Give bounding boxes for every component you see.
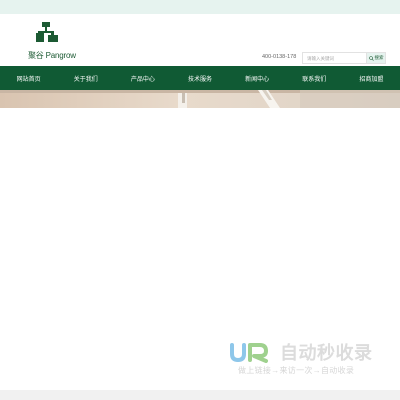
nav-item-home[interactable]: 网站首页 [0,66,57,90]
top-strip [0,0,400,14]
nav-item-products[interactable]: 产品中心 [114,66,171,90]
logo-text: 聚谷 Pangrow [28,51,76,60]
banner-image [0,90,400,108]
main-nav: 网站首页 关于我们 产品中心 技术服务 新闻中心 联系我们 招商加盟 [0,66,400,90]
site-header: 聚谷 Pangrow 400-0138-178 搜索 [0,14,400,66]
watermark-logo [230,343,268,363]
search-input[interactable] [302,52,366,64]
nav-item-about[interactable]: 关于我们 [57,66,114,90]
watermark: 自动秒收录 做上链接→来访一次→自动收录 [228,337,390,377]
nav-item-news[interactable]: 新闻中心 [229,66,286,90]
hotline-phone: 400-0138-178 [262,54,297,60]
search-icon [368,55,374,61]
watermark-title: 自动秒收录 [280,343,373,363]
nav-item-franchise[interactable]: 招商加盟 [343,66,400,90]
nav-item-tech-service[interactable]: 技术服务 [171,66,228,90]
nav-item-contact[interactable]: 联系我们 [286,66,343,90]
watermark-subtitle: 做上链接→来访一次→自动收录 [238,366,355,375]
bottom-strip [0,390,400,400]
search-button[interactable]: 搜索 [366,52,386,64]
search-button-label: 搜索 [374,55,384,60]
hero-banner [0,90,400,108]
site-logo[interactable]: 聚谷 Pangrow [28,22,98,64]
search-bar: 搜索 [302,52,386,64]
building-blocks-logo-icon [36,22,58,42]
